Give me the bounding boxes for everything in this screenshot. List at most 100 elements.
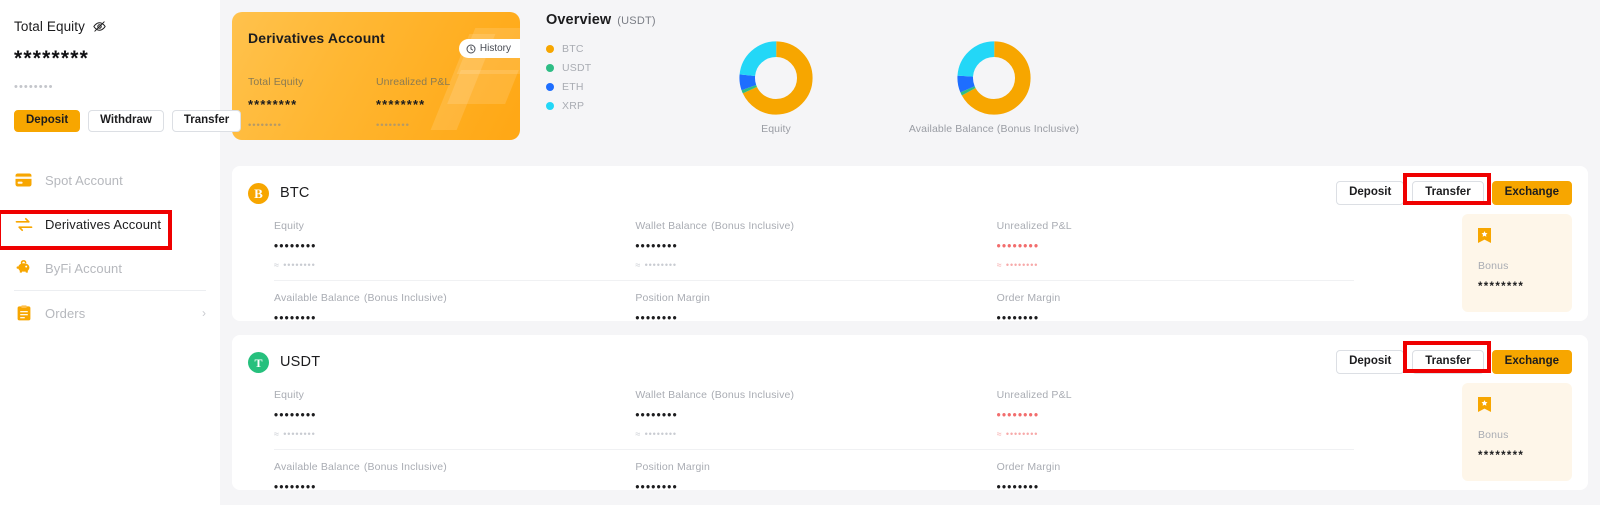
metric-value: ••••••••: [635, 313, 678, 325]
metrics-row-secondary: Available Balance (Bonus Inclusive) •••••…: [274, 461, 1358, 495]
legend-label: USDT: [562, 62, 592, 74]
metric-sub-value: ≈ ••••••••: [996, 429, 1039, 439]
metrics-separator: [274, 280, 1354, 281]
metric-value: ••••••••: [635, 482, 678, 494]
bonus-ticket-icon: [1478, 397, 1491, 412]
withdraw-button[interactable]: Withdraw: [88, 110, 164, 132]
derivatives-account-card: Derivatives Account History Total Equity…: [232, 12, 520, 140]
metric-label-paren: (Bonus Inclusive): [711, 389, 795, 401]
metric-label-text: Equity: [274, 389, 305, 401]
metric-value: ••••••••: [635, 241, 678, 253]
legend-label: BTC: [562, 43, 584, 55]
legend-color-dot: [546, 102, 554, 110]
transfer-button[interactable]: Transfer: [1412, 350, 1484, 374]
legend-color-dot: [546, 64, 554, 72]
sidebar-item-byfi-account[interactable]: ByFi Account: [0, 246, 220, 290]
asset-card-usdt: T USDT Deposit Transfer Exchange Equity …: [232, 335, 1588, 494]
metric-label: Total Equity: [248, 76, 304, 88]
legend-item-xrp: XRP: [546, 99, 666, 113]
total-equity-label: Total Equity: [14, 18, 85, 34]
bonus-card: Bonus ********: [1462, 214, 1572, 312]
sidebar-item-label: Derivatives Account: [45, 216, 162, 232]
clock-icon: [466, 43, 476, 54]
metric-sub-value: ≈ ••••••••: [274, 429, 316, 439]
metric-label: Available Balance (Bonus Inclusive): [274, 461, 635, 473]
deposit-button[interactable]: Deposit: [1336, 350, 1405, 374]
sidebar-item-label: ByFi Account: [45, 260, 123, 276]
exchange-button[interactable]: Exchange: [1491, 181, 1572, 205]
legend-color-dot: [546, 45, 554, 53]
legend-item-usdt: USDT: [546, 61, 666, 75]
metric-label-text: Order Margin: [996, 461, 1061, 473]
overview-unit: (USDT): [617, 15, 656, 27]
metric-unrealized-pnl: Unrealized P&L •••••••• ≈ ••••••••: [997, 220, 1358, 271]
metric-label: Available Balance (Bonus Inclusive): [274, 292, 635, 304]
legend-item-eth: ETH: [546, 80, 666, 94]
deposit-button[interactable]: Deposit: [14, 110, 81, 132]
metric-label: Order Margin: [997, 461, 1358, 473]
metrics-row-primary: Equity •••••••• ≈ •••••••• Wallet Balanc…: [274, 389, 1358, 440]
transfer-button[interactable]: Transfer: [171, 110, 242, 132]
metric-label: Wallet Balance (Bonus Inclusive): [635, 389, 996, 401]
legend-color-dot: [546, 83, 554, 91]
metric-label: Wallet Balance (Bonus Inclusive): [635, 220, 996, 232]
history-button[interactable]: History: [458, 39, 520, 58]
card-metric-unrealized-pnl: Unrealized P&L ******** ••••••••: [376, 76, 504, 131]
sidebar-item-label: Orders: [45, 305, 86, 321]
metric-label-text: Equity: [274, 220, 305, 232]
transfer-button[interactable]: Transfer: [1412, 181, 1484, 205]
metric-value: ••••••••: [274, 313, 317, 325]
metric-value: ••••••••: [274, 241, 317, 253]
sidebar-item-spot-account[interactable]: Spot Account: [0, 158, 220, 202]
metric-order-margin: Order Margin ••••••••: [997, 461, 1358, 495]
piggy-bank-icon: [14, 259, 33, 278]
donut-segment-xrp: [739, 41, 813, 115]
metric-value: ********: [376, 97, 426, 111]
metric-label: Equity: [274, 220, 635, 232]
metric-value: ••••••••: [996, 410, 1040, 422]
legend-item-btc: BTC: [546, 42, 666, 56]
metric-value: ••••••••: [274, 482, 317, 494]
history-label: History: [479, 43, 511, 54]
metrics-row-secondary: Available Balance (Bonus Inclusive) •••••…: [274, 292, 1358, 326]
metric-label: Position Margin: [635, 292, 996, 304]
legend-label: XRP: [562, 100, 585, 112]
metric-label: Unrealized P&L: [997, 220, 1358, 232]
sidebar-item-derivatives-account[interactable]: Derivatives Account: [0, 202, 220, 246]
metric-sub-value: ••••••••: [248, 120, 282, 131]
asset-action-buttons: Deposit Transfer Exchange: [1336, 350, 1572, 374]
wallet-card-icon: [14, 171, 33, 190]
deposit-button[interactable]: Deposit: [1336, 181, 1405, 205]
overview-header: Overview (USDT): [546, 12, 1588, 28]
top-panel: Derivatives Account History Total Equity…: [232, 12, 1588, 152]
metric-label-text: Unrealized P&L: [996, 220, 1072, 232]
metric-label-text: Unrealized P&L: [996, 389, 1072, 401]
overview-title: Overview: [546, 12, 612, 28]
metric-available-balance: Available Balance (Bonus Inclusive) •••••…: [274, 461, 635, 495]
sidebar-item-orders[interactable]: Orders ›: [0, 291, 220, 335]
metric-label: Order Margin: [997, 292, 1358, 304]
donut-segment-xrp: [957, 41, 1031, 115]
main-content: Derivatives Account History Total Equity…: [220, 0, 1600, 505]
sidebar-nav: Spot Account Derivatives Account ByFi Ac…: [0, 158, 220, 335]
donut-svg: [739, 41, 813, 115]
equity-donut-chart: Equity: [686, 40, 866, 135]
metric-label-text: Position Margin: [635, 292, 710, 304]
account-overview-page: Total Equity ******** •••••••• Deposit W…: [0, 0, 1600, 505]
equity-action-buttons: Deposit Withdraw Transfer: [14, 110, 242, 132]
metric-label: Position Margin: [635, 461, 996, 473]
sidebar: Total Equity ******** •••••••• Deposit W…: [0, 0, 242, 505]
bonus-label: Bonus: [1478, 429, 1509, 441]
metric-value: ••••••••: [996, 313, 1040, 325]
chevron-right-icon: ›: [202, 306, 206, 320]
metric-value: ••••••••: [274, 410, 317, 422]
metric-label-paren: (Bonus Inclusive): [363, 461, 447, 473]
sidebar-item-label: Spot Account: [45, 172, 123, 188]
exchange-button[interactable]: Exchange: [1491, 350, 1572, 374]
asset-metrics: Equity •••••••• ≈ •••••••• Wallet Balanc…: [248, 389, 1358, 495]
asset-action-buttons: Deposit Transfer Exchange: [1336, 181, 1572, 205]
metric-position-margin: Position Margin ••••••••: [635, 292, 996, 326]
available-balance-donut-chart: Available Balance (Bonus Inclusive): [904, 40, 1084, 135]
svg-text:T: T: [254, 356, 262, 370]
eye-off-icon[interactable]: [92, 19, 107, 34]
